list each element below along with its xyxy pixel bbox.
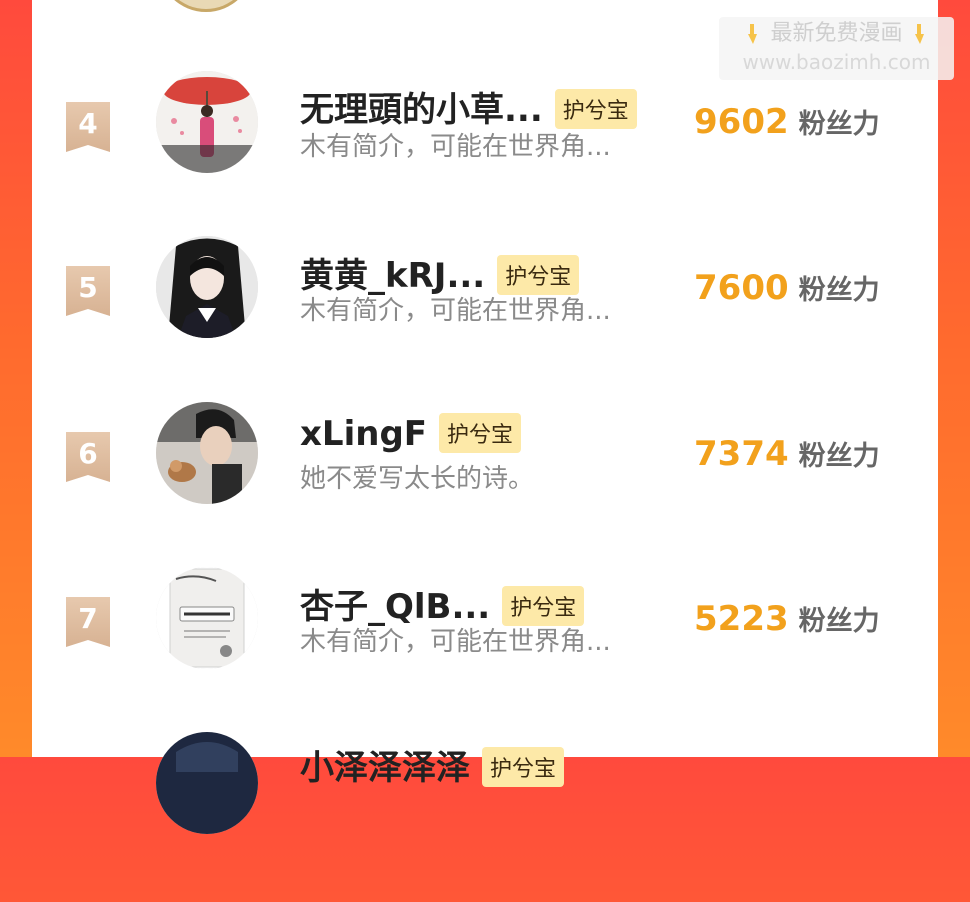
fan-power: 7600 粉丝力 xyxy=(694,268,880,308)
watermark-url: www.baozimh.com xyxy=(742,50,931,74)
rank-badge: 7 xyxy=(66,597,110,647)
avatar[interactable] xyxy=(156,236,258,338)
user-bio: 木有简介，可能在世界角... xyxy=(300,627,611,657)
fan-power-unit: 粉丝力 xyxy=(798,109,880,140)
rank-badge: 4 xyxy=(66,102,110,152)
member-badge: 护兮宝 xyxy=(439,412,522,453)
pointing-down-hand-icon xyxy=(914,24,924,44)
ranking-list: 4 无理頭的小草... 护兮宝 木有简介，可能在世界角... 9602 粉丝力 5 xyxy=(32,0,938,834)
member-badge: 护兮宝 xyxy=(554,88,637,129)
user-name-text[interactable]: xLingF xyxy=(300,414,427,454)
fan-power-unit: 粉丝力 xyxy=(798,606,880,637)
fan-power-value: 7600 xyxy=(694,268,789,308)
fan-power-value: 5223 xyxy=(694,599,789,639)
fan-power-value: 7374 xyxy=(694,434,789,474)
user-name-text[interactable]: 无理頭的小草... xyxy=(300,90,543,130)
fan-power: 7374 粉丝力 xyxy=(694,434,880,474)
fan-power-unit: 粉丝力 xyxy=(798,275,880,306)
list-item[interactable]: 小泽泽泽泽 护兮宝 xyxy=(32,732,938,902)
avatar[interactable] xyxy=(156,402,258,504)
rank-badge: 6 xyxy=(66,432,110,482)
user-name-text[interactable]: 小泽泽泽泽 xyxy=(300,748,470,788)
member-badge: 护兮宝 xyxy=(482,746,565,787)
fan-power: 5223 粉丝力 xyxy=(694,599,880,639)
fan-power-unit: 粉丝力 xyxy=(798,441,880,472)
rank-badge: 5 xyxy=(66,266,110,316)
user-name[interactable]: 小泽泽泽泽 护兮宝 xyxy=(300,740,565,790)
watermark-title-text: 最新免费漫画 xyxy=(770,21,903,46)
member-badge: 护兮宝 xyxy=(497,254,580,295)
list-item[interactable]: 4 无理頭的小草... 护兮宝 木有简介，可能在世界角... 9602 粉丝力 xyxy=(32,71,938,242)
avatar[interactable] xyxy=(156,71,258,173)
user-bio: 木有简介，可能在世界角... xyxy=(300,296,611,326)
watermark-title: 最新免费漫画 xyxy=(719,19,954,49)
user-bio: 木有简介，可能在世界角... xyxy=(300,132,611,162)
pointing-down-hand-icon xyxy=(748,24,758,44)
member-badge: 护兮宝 xyxy=(502,585,585,626)
watermark: 最新免费漫画 www.baozimh.com xyxy=(719,17,954,80)
user-name[interactable]: 无理頭的小草... 护兮宝 xyxy=(300,82,637,132)
avatar[interactable] xyxy=(158,0,254,12)
user-bio: 她不爱写太长的诗。 xyxy=(300,464,535,494)
user-name[interactable]: xLingF 护兮宝 xyxy=(300,412,522,456)
avatar[interactable] xyxy=(156,732,258,834)
list-item[interactable]: 5 黄黄_kRJ... 护兮宝 木有简介，可能在世界角... 7600 粉丝力 xyxy=(32,236,938,406)
fan-power-value: 9602 xyxy=(694,102,789,142)
fan-power: 9602 粉丝力 xyxy=(694,102,880,142)
list-item[interactable]: 6 xLingF 护兮宝 她不爱写太长的诗。 7374 粉丝力 xyxy=(32,402,938,572)
list-item[interactable]: 7 杏子_QlB... 护兮宝 木有简介，可能在世界角... 5223 粉丝力 xyxy=(32,567,938,737)
avatar[interactable] xyxy=(156,567,258,669)
